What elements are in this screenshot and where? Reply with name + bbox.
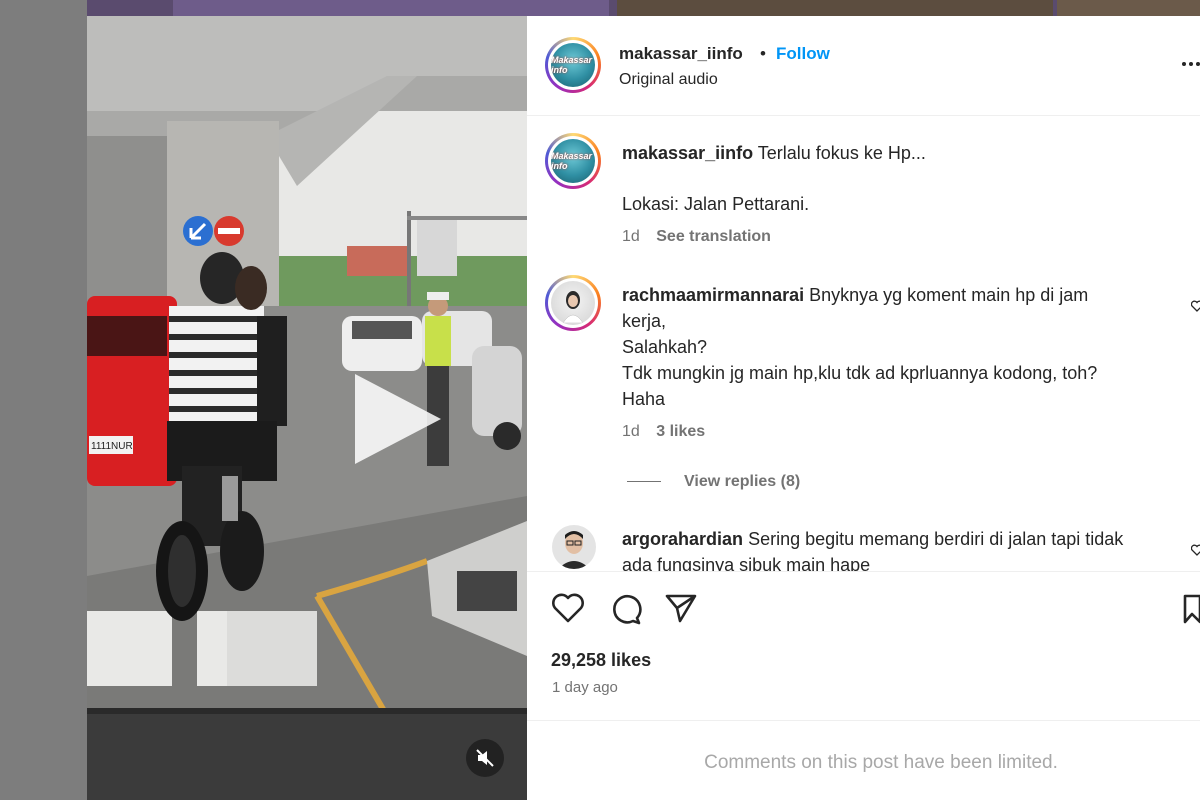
caption-time: 1d	[622, 228, 640, 245]
comments-list: Makassar info makassar_iinfo Terlalu fok…	[527, 117, 1200, 571]
like-heart-icon[interactable]	[551, 592, 585, 624]
see-translation-button[interactable]: See translation	[656, 228, 771, 245]
avatar-logo-text: Makassar info	[551, 55, 593, 75]
commenter-avatar[interactable]	[545, 275, 601, 331]
caption-meta: 1d See translation	[622, 228, 771, 246]
comment-text-line-2: kerja,	[622, 311, 667, 331]
post-header: Makassar info makassar_iinfo • Follow Or…	[527, 16, 1200, 116]
author-username[interactable]: makassar_iinfo	[619, 44, 743, 64]
caption-text: Terlalu fokus ke Hp...	[757, 143, 926, 163]
comment-2-text-line-1: Sering begitu memang berdiri di jalan ta…	[748, 529, 1124, 549]
comment-2-line-1: argorahardian Sering begitu memang berdi…	[622, 527, 1123, 553]
commenter-avatar-2[interactable]	[552, 525, 596, 569]
save-bookmark-icon[interactable]	[1183, 594, 1200, 624]
muted-speaker-icon	[476, 749, 494, 767]
comment-2-username[interactable]: argorahardian	[622, 529, 743, 549]
comment-line-1: rachmaamirmannarai Bnyknya yg koment mai…	[622, 283, 1088, 309]
comment-like-icon[interactable]	[1191, 300, 1200, 312]
post-time: 1 day ago	[552, 679, 618, 696]
video-player[interactable]: 1111NUR	[87, 16, 527, 800]
share-send-icon[interactable]	[664, 592, 698, 624]
author-avatar[interactable]: Makassar info	[545, 37, 601, 93]
follow-button[interactable]: Follow	[776, 44, 830, 64]
video-frame: 1111NUR	[87, 16, 527, 800]
view-replies-row: View replies (8)	[684, 473, 800, 491]
action-bar	[527, 571, 1200, 721]
comments-limited-notice: Comments on this post have been limited.	[704, 752, 1058, 773]
replies-divider	[627, 481, 661, 482]
comment-text-line-1: Bnyknya yg koment main hp di jam	[809, 285, 1089, 305]
comment-bubble-icon[interactable]	[608, 592, 642, 626]
mute-button[interactable]	[466, 739, 504, 777]
post-panel: Makassar info makassar_iinfo • Follow Or…	[527, 16, 1200, 800]
likes-count[interactable]: 29,258 likes	[551, 650, 651, 671]
audio-label[interactable]: Original audio	[619, 71, 718, 89]
commenter-photo	[562, 291, 584, 323]
comment-meta: 1d 3 likes	[622, 423, 705, 441]
caption-avatar-logo-text: Makassar info	[551, 151, 593, 171]
comment-username[interactable]: rachmaamirmannarai	[622, 285, 804, 305]
comment-time: 1d	[622, 423, 640, 440]
caption-line-1: makassar_iinfo Terlalu fokus ke Hp...	[622, 141, 926, 167]
commenter-photo-2	[558, 531, 590, 569]
separator-dot: •	[760, 44, 766, 63]
caption-username[interactable]: makassar_iinfo	[622, 143, 753, 163]
caption-line-2: Lokasi: Jalan Pettarani.	[622, 194, 810, 214]
caption-avatar[interactable]: Makassar info	[545, 133, 601, 189]
comment-text-line-5: Haha	[622, 389, 666, 409]
comment-2-text-line-2: ada fungsinya sibuk main hape	[622, 555, 871, 571]
play-button[interactable]	[355, 374, 441, 464]
comment-text-line-4: Tdk mungkin jg main hp,klu tdk ad kprlua…	[622, 363, 1098, 383]
comment-text-line-3: Salahkah?	[622, 337, 708, 357]
license-plate: 1111NUR	[91, 441, 133, 452]
backdrop-left	[0, 0, 87, 800]
comment-likes-button[interactable]: 3 likes	[656, 423, 705, 440]
view-replies-button[interactable]: View replies (8)	[684, 473, 800, 490]
backdrop-top	[87, 0, 1200, 16]
more-options-icon[interactable]	[1182, 60, 1200, 68]
comment-2-like-icon[interactable]	[1191, 544, 1200, 556]
